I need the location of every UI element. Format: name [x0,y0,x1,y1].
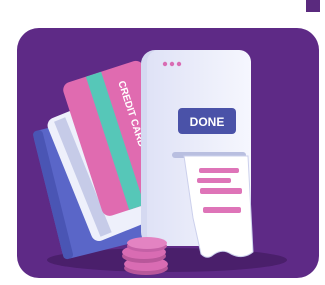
receipt-line [197,178,231,183]
phone-dot [176,61,182,67]
corner-square [306,0,320,12]
receipt-line [199,168,239,173]
done-label: DONE [190,115,225,129]
payment-illustration: CREDIT CARD DONE [33,50,287,275]
receipt-line [200,188,242,194]
phone-dot [169,61,175,67]
receipt-line [203,207,241,213]
payment-illustration-card: CREDIT CARD DONE [17,28,319,278]
coin-stack [122,237,168,275]
phone-dot [162,61,168,67]
